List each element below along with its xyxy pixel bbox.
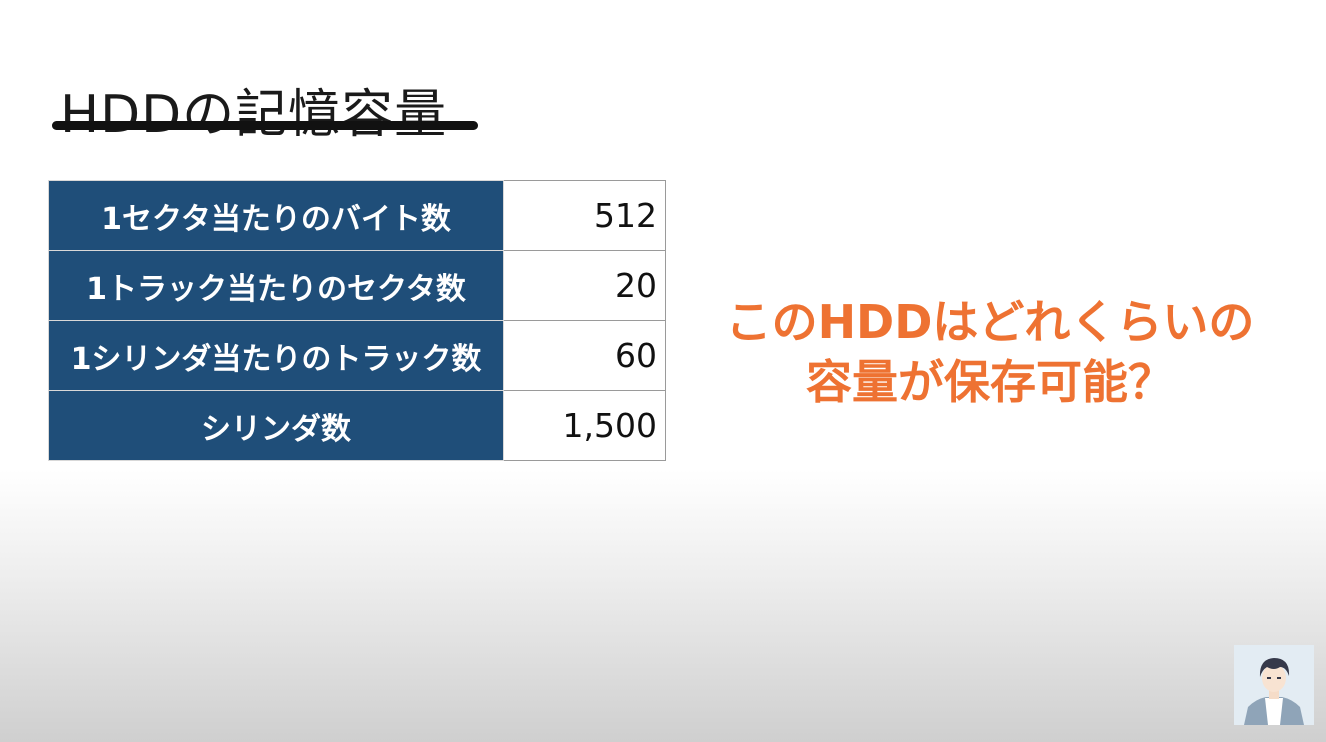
row-value: 60 [503, 320, 666, 391]
row-value: 512 [503, 180, 666, 251]
table-row: 1トラック当たりのセクタ数 20 [48, 250, 666, 321]
page-title: HDDの記憶容量 [60, 84, 448, 145]
row-value: 1,500 [503, 390, 666, 461]
row-label: シリンダ数 [48, 390, 504, 461]
row-label: 1セクタ当たりのバイト数 [48, 180, 504, 251]
title-underline [52, 121, 478, 130]
avatar-icon [1234, 645, 1314, 725]
table-row: 1セクタ当たりのバイト数 512 [48, 180, 666, 251]
table-row: シリンダ数 1,500 [48, 390, 666, 461]
table-row: 1シリンダ当たりのトラック数 60 [48, 320, 666, 391]
row-label: 1トラック当たりのセクタ数 [48, 250, 504, 321]
row-value: 20 [503, 250, 666, 321]
presenter-avatar [1234, 645, 1314, 725]
question-text: このHDDはどれくらいの 容量が保存可能？ [690, 292, 1290, 412]
question-line-1: このHDDはどれくらいの [725, 295, 1255, 349]
row-label: 1シリンダ当たりのトラック数 [48, 320, 504, 391]
spec-table: 1セクタ当たりのバイト数 512 1トラック当たりのセクタ数 20 1シリンダ当… [48, 180, 666, 461]
question-line-2: 容量が保存可能？ [806, 355, 1174, 409]
